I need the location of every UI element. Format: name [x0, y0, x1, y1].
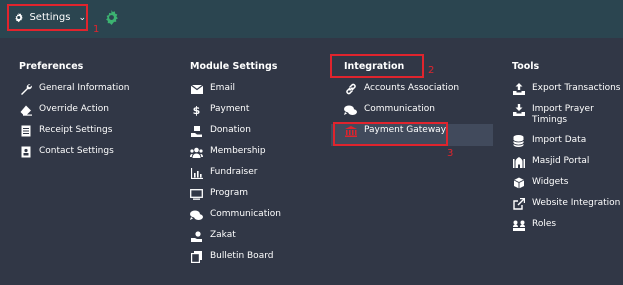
- menu-item-masjid-portal[interactable]: Masjid Portal: [512, 156, 621, 168]
- chevron-down-icon: ⌄: [78, 12, 86, 23]
- menu-item-general-information[interactable]: General Information: [19, 83, 129, 95]
- monitor-icon: [190, 188, 203, 200]
- menu-item-widgets[interactable]: Widgets: [512, 177, 621, 189]
- callout-3: 3: [447, 148, 454, 159]
- tools-column: Tools Export Transactions Import Prayer …: [512, 60, 621, 240]
- settings-menu-button[interactable]: Settings ⌄: [7, 4, 88, 31]
- users-icon: [190, 146, 203, 158]
- chat-icon: [344, 104, 357, 116]
- module-settings-heading: Module Settings: [190, 61, 278, 72]
- donation-icon: [190, 125, 203, 137]
- settings-label: Settings: [29, 12, 71, 23]
- menu-item-payment[interactable]: $ Payment: [190, 104, 281, 116]
- menu-item-import-data[interactable]: Import Data: [512, 135, 621, 147]
- chat-icon: [190, 209, 203, 221]
- envelope-icon: [190, 83, 203, 95]
- mosque-icon: [512, 156, 525, 168]
- gear-icon[interactable]: [104, 10, 119, 25]
- menu-item-integration-communication[interactable]: Communication: [344, 104, 459, 116]
- dollar-icon: $: [192, 103, 201, 117]
- menu-item-roles[interactable]: Roles: [512, 219, 621, 231]
- copy-icon: [190, 251, 203, 263]
- cube-icon: [512, 177, 525, 189]
- menu-item-bulletin-board[interactable]: Bulletin Board: [190, 251, 281, 263]
- menu-item-fundraiser[interactable]: Fundraiser: [190, 167, 281, 179]
- menu-item-import-prayer-timings[interactable]: Import Prayer Timings: [512, 104, 621, 126]
- import-icon: [512, 104, 525, 116]
- gear-icon: [15, 12, 23, 23]
- hand-coin-icon: [190, 230, 203, 242]
- receipt-icon: [19, 125, 32, 137]
- export-icon: [512, 83, 525, 95]
- preferences-column: Preferences General Information Override…: [19, 60, 129, 167]
- menu-item-donation[interactable]: Donation: [190, 125, 281, 137]
- link-icon: [344, 83, 357, 95]
- menu-item-communication[interactable]: Communication: [190, 209, 281, 221]
- database-icon: [512, 135, 525, 147]
- integration-heading: Integration: [344, 61, 405, 72]
- menu-item-membership[interactable]: Membership: [190, 146, 281, 158]
- menu-item-email[interactable]: Email: [190, 83, 281, 95]
- menu-item-contact-settings[interactable]: Contact Settings: [19, 146, 129, 158]
- menu-item-website-integration[interactable]: Website Integration: [512, 198, 621, 210]
- contact-book-icon: [19, 146, 32, 158]
- preferences-heading: Preferences: [19, 61, 84, 72]
- module-settings-column: Module Settings Email $ Payment Donation…: [190, 60, 281, 272]
- roles-icon: [512, 219, 525, 231]
- external-link-icon: [512, 198, 525, 210]
- menu-item-receipt-settings[interactable]: Receipt Settings: [19, 125, 129, 137]
- eraser-icon: [19, 104, 32, 116]
- menu-item-override-action[interactable]: Override Action: [19, 104, 129, 116]
- menu-item-accounts-association[interactable]: Accounts Association: [344, 83, 459, 95]
- bar-chart-icon: [190, 167, 203, 179]
- payment-gateway-highlight-box: [333, 122, 448, 146]
- wrench-icon: [19, 83, 32, 95]
- menu-item-program[interactable]: Program: [190, 188, 281, 200]
- tools-heading: Tools: [512, 61, 540, 72]
- callout-1: 1: [93, 24, 100, 35]
- menu-item-zakat[interactable]: Zakat: [190, 230, 281, 242]
- menu-item-export-transactions[interactable]: Export Transactions: [512, 83, 621, 95]
